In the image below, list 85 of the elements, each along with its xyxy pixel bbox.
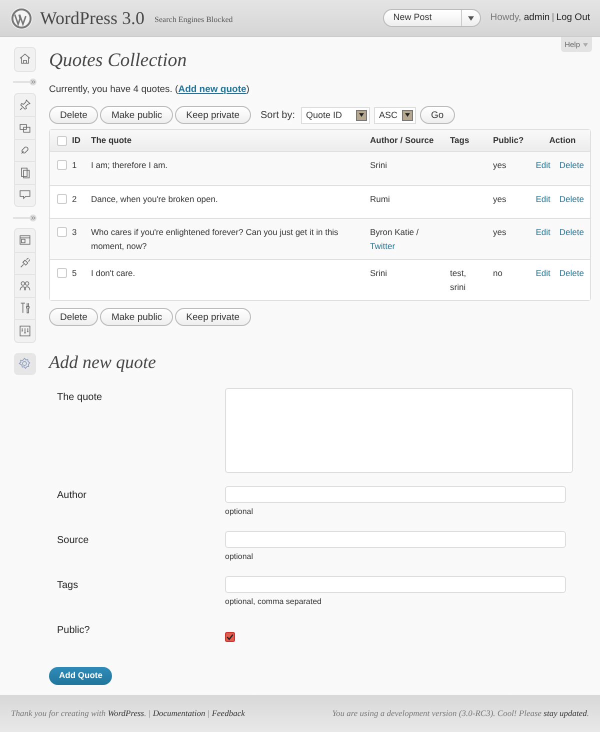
column-header: Public? bbox=[493, 134, 525, 148]
greeting: Howdy, bbox=[490, 10, 522, 25]
table-cell-text: Srini bbox=[370, 267, 388, 280]
source-link[interactable]: Twitter bbox=[370, 239, 396, 254]
action-button[interactable]: Delete bbox=[49, 308, 98, 326]
caret-icon bbox=[404, 113, 410, 118]
column-header: Tags bbox=[450, 134, 470, 148]
comment-icon[interactable] bbox=[18, 188, 32, 202]
field-label: Tags bbox=[56, 579, 80, 594]
settings-icon[interactable] bbox=[18, 324, 32, 338]
text-input-field[interactable] bbox=[225, 531, 566, 548]
field-hint: optional bbox=[225, 506, 254, 518]
edit-link[interactable]: Edit bbox=[536, 225, 550, 240]
gear-icon[interactable] bbox=[18, 357, 31, 370]
add-quote-button[interactable]: Add Quote bbox=[49, 666, 112, 685]
action-button[interactable]: Keep private bbox=[175, 106, 251, 124]
caret-icon bbox=[583, 42, 588, 46]
appearance-icon[interactable] bbox=[18, 233, 32, 248]
table-cell-text: I am; therefore I am. bbox=[91, 159, 169, 172]
favorites-dropdown[interactable]: New Post bbox=[383, 9, 482, 27]
version-text: You are using a development version (3.0-RC3). Cool! Please stay updated. bbox=[332, 707, 589, 720]
table-cell-text: 3 bbox=[72, 226, 78, 240]
field-label: The quote bbox=[56, 391, 104, 406]
table-cell-text: 5 bbox=[72, 267, 78, 280]
field-label: Public? bbox=[56, 624, 91, 638]
table-cell-text: no bbox=[493, 267, 504, 280]
site-title[interactable]: WordPress 3.0 bbox=[40, 4, 145, 32]
table-cell-text: Byron Katie / bbox=[370, 226, 419, 240]
table-cell-text: 1 bbox=[72, 159, 78, 172]
add-new-quote-link[interactable]: Add new quote bbox=[178, 84, 246, 95]
table-cell-text: I don't care. bbox=[91, 267, 136, 280]
field-hint: optional, comma separated bbox=[225, 596, 322, 608]
delete-link[interactable]: Delete bbox=[559, 192, 584, 206]
action-button[interactable]: Make public bbox=[100, 106, 174, 124]
field-label: Source bbox=[56, 534, 90, 548]
plug-icon[interactable] bbox=[18, 256, 32, 270]
sort-field-select[interactable]: Quote ID bbox=[300, 106, 370, 124]
edit-link[interactable]: Edit bbox=[536, 158, 550, 172]
column-header: Action bbox=[548, 134, 577, 148]
table-cell-text: test, srini bbox=[450, 267, 468, 294]
stay-updated-link[interactable]: stay updated bbox=[544, 708, 587, 718]
section-title: Add new quote bbox=[49, 351, 157, 374]
footer-credit-text: Thank you for creating with WordPress. | Documentation | Feedback bbox=[11, 707, 245, 720]
footer-link[interactable]: Documentation bbox=[152, 708, 206, 718]
table-cell-text: Who cares if you're enlightened forever? Can you just get it in this moment, now? bbox=[91, 226, 340, 254]
logout-link[interactable]: Log Out bbox=[556, 10, 590, 26]
field-hint: optional bbox=[225, 551, 254, 564]
separator: | bbox=[552, 10, 554, 25]
footer-link[interactable]: Feedback bbox=[212, 708, 245, 718]
caret-icon bbox=[358, 113, 364, 118]
edit-link[interactable]: Edit bbox=[536, 192, 550, 206]
field-label: Author bbox=[56, 489, 88, 504]
pushpin-icon[interactable] bbox=[18, 98, 32, 112]
table-cell-text: Rumi bbox=[370, 192, 390, 206]
column-header: The quote bbox=[91, 134, 133, 148]
text-input-field[interactable] bbox=[225, 486, 566, 504]
delete-link[interactable]: Delete bbox=[559, 158, 584, 172]
action-button[interactable]: Delete bbox=[49, 106, 98, 124]
text-input-field[interactable] bbox=[225, 576, 566, 594]
checkbox[interactable] bbox=[225, 632, 235, 642]
quote-count-text: Currently, you have 4 quotes. (Add new quote) bbox=[49, 83, 250, 97]
table-cell-text: Srini bbox=[370, 159, 388, 172]
delete-link[interactable]: Delete bbox=[559, 225, 584, 240]
wordpress-logo-icon[interactable] bbox=[10, 6, 33, 30]
delete-link[interactable]: Delete bbox=[559, 266, 584, 280]
wordpress-link[interactable]: WordPress bbox=[108, 708, 144, 718]
edit-link[interactable]: Edit bbox=[536, 266, 550, 280]
column-header: Author / Source bbox=[370, 134, 435, 148]
sort-order-select[interactable]: ASC bbox=[374, 106, 416, 124]
username-link[interactable]: admin bbox=[524, 10, 550, 26]
column-header: ID bbox=[72, 134, 82, 148]
page-title: Quotes Collection bbox=[49, 49, 188, 73]
sort-label: Sort by: bbox=[260, 108, 295, 123]
table-cell-text: yes bbox=[493, 159, 508, 172]
table-cell-text: yes bbox=[493, 192, 508, 206]
action-button[interactable]: Go bbox=[420, 106, 455, 124]
table-cell-text: yes bbox=[493, 226, 508, 240]
site-note: Search Engines Blocked bbox=[154, 14, 233, 26]
table-cell-text: Dance, when you're broken open. bbox=[91, 192, 219, 206]
users-icon[interactable] bbox=[18, 278, 32, 293]
dashboard-icon[interactable] bbox=[18, 52, 32, 66]
action-button[interactable]: Keep private bbox=[175, 308, 251, 326]
table-cell-text: 2 bbox=[72, 192, 78, 206]
caret-icon bbox=[468, 16, 474, 20]
action-button[interactable]: Make public bbox=[100, 308, 174, 326]
